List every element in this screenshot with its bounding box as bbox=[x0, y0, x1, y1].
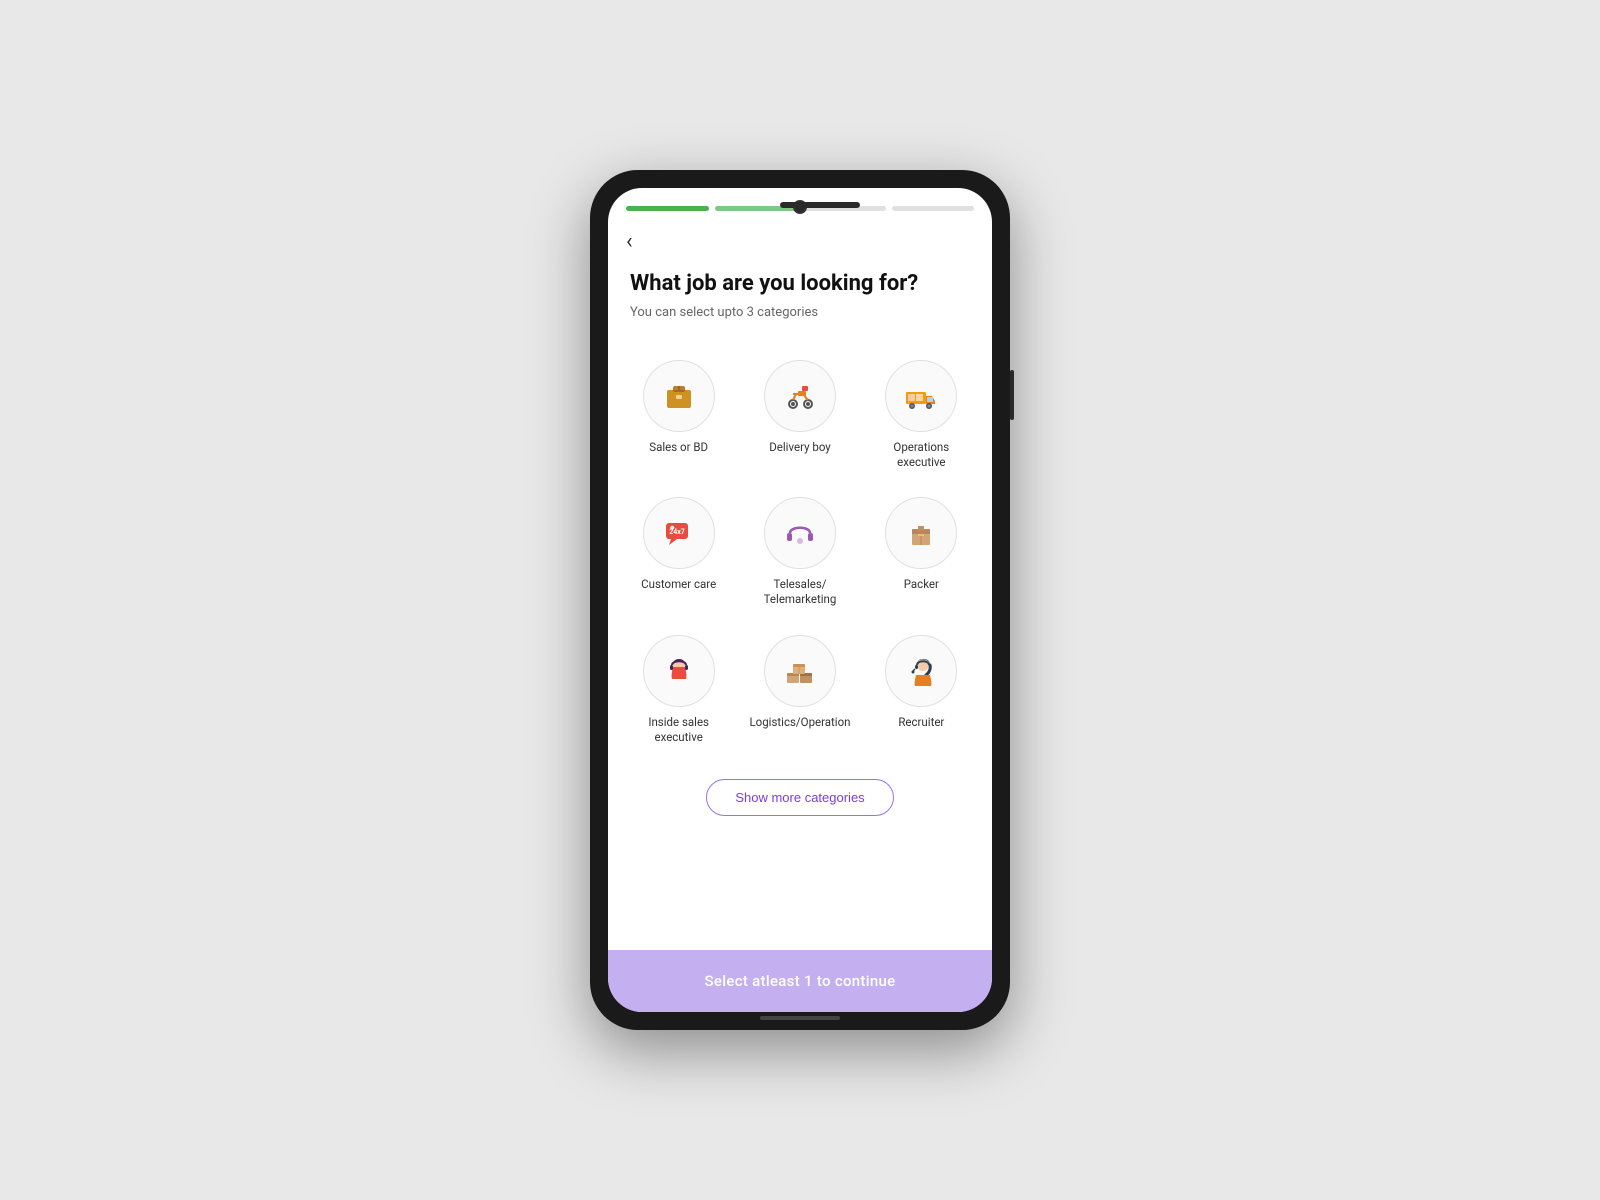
recruiter-label: Recruiter bbox=[898, 715, 944, 730]
category-telesales[interactable]: Telesales/ Telemarketing bbox=[739, 483, 860, 621]
page-subtitle: You can select upto 3 categories bbox=[630, 305, 970, 320]
phone-speaker bbox=[780, 202, 860, 208]
category-customer[interactable]: 24x7 Customer care bbox=[618, 483, 739, 621]
progress-segment-4 bbox=[892, 206, 975, 211]
category-inside-sales[interactable]: Inside sales executive bbox=[618, 621, 739, 759]
page-title: What job are you looking for? bbox=[630, 270, 970, 299]
telesales-label: Telesales/ Telemarketing bbox=[747, 577, 852, 607]
title-section: What job are you looking for? You can se… bbox=[608, 262, 992, 336]
customer-label: Customer care bbox=[641, 577, 716, 592]
category-logistics[interactable]: Logistics/Operation bbox=[739, 621, 860, 759]
category-recruiter[interactable]: Recruiter bbox=[861, 621, 982, 759]
category-delivery[interactable]: Delivery boy bbox=[739, 346, 860, 484]
delivery-icon-wrapper bbox=[764, 360, 836, 432]
sales-label: Sales or BD bbox=[649, 440, 708, 455]
phone-button bbox=[1010, 370, 1014, 420]
logistics-label: Logistics/Operation bbox=[749, 715, 850, 730]
phone-home-indicator bbox=[760, 1016, 840, 1020]
inside-sales-label: Inside sales executive bbox=[626, 715, 731, 745]
customer-icon-wrapper: 24x7 bbox=[643, 497, 715, 569]
operations-label: Operations executive bbox=[869, 440, 974, 470]
telesales-icon-wrapper bbox=[764, 497, 836, 569]
logistics-icon-wrapper bbox=[764, 635, 836, 707]
show-more-container: Show more categories bbox=[608, 769, 992, 836]
categories-grid: Sales or BD bbox=[608, 336, 992, 770]
continue-btn-container: Select atleast 1 to continue bbox=[608, 950, 992, 1012]
phone-screen: ‹ What job are you looking for? You can … bbox=[608, 188, 992, 1012]
back-button[interactable]: ‹ bbox=[608, 221, 651, 262]
inside-sales-icon-wrapper bbox=[643, 635, 715, 707]
phone-device: ‹ What job are you looking for? You can … bbox=[590, 170, 1010, 1030]
delivery-label: Delivery boy bbox=[769, 440, 831, 455]
continue-button[interactable]: Select atleast 1 to continue bbox=[608, 950, 992, 1012]
packer-icon-wrapper bbox=[885, 497, 957, 569]
progress-segment-1 bbox=[626, 206, 709, 211]
category-operations[interactable]: Operations executive bbox=[861, 346, 982, 484]
category-sales[interactable]: Sales or BD bbox=[618, 346, 739, 484]
packer-label: Packer bbox=[904, 577, 939, 592]
category-packer[interactable]: Packer bbox=[861, 483, 982, 621]
recruiter-icon-wrapper bbox=[885, 635, 957, 707]
show-more-button[interactable]: Show more categories bbox=[706, 779, 893, 816]
sales-icon-wrapper bbox=[643, 360, 715, 432]
operations-icon-wrapper bbox=[885, 360, 957, 432]
screen-content: ‹ What job are you looking for? You can … bbox=[608, 188, 992, 950]
